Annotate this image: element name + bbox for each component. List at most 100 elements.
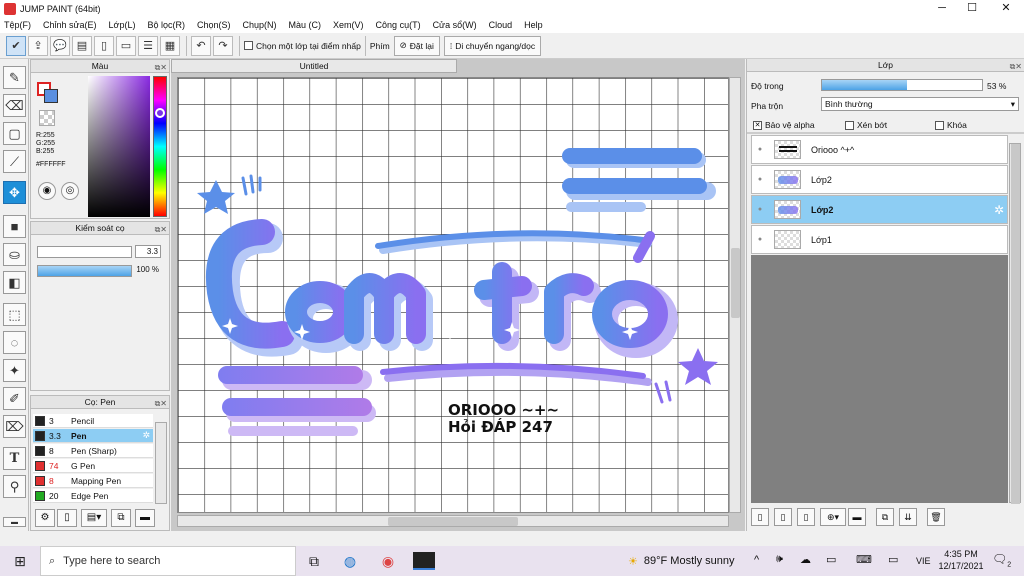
hue-knob[interactable] xyxy=(155,108,165,118)
drawing-canvas[interactable]: ORIOOO ~+~ Hỏi ĐÁP 247 xyxy=(177,77,729,513)
taskbar-search-input[interactable]: ⌕ Type here to search xyxy=(40,546,296,576)
bucket-tool-icon[interactable]: ⛀ xyxy=(3,243,26,266)
pen-tool-icon[interactable]: ✎ xyxy=(3,66,26,89)
panel-menu-icon[interactable]: ⧉✕ xyxy=(155,223,167,236)
panel-menu-icon[interactable]: ⧉✕ xyxy=(155,61,167,74)
maximize-button[interactable]: ☐ xyxy=(956,0,988,17)
transparent-color-swatch[interactable] xyxy=(39,110,55,126)
canvas-vertical-scrollbar[interactable] xyxy=(729,77,741,513)
fill-rect-tool-icon[interactable]: ■ xyxy=(3,215,26,238)
weather-widget[interactable]: ☀ 89°F Mostly sunny xyxy=(628,546,734,576)
brush-item[interactable]: 20 Edge Pen xyxy=(33,489,153,503)
clipping-checkbox[interactable] xyxy=(845,120,854,130)
brush-list-scrollbar[interactable] xyxy=(155,422,167,504)
select-one-layer-option[interactable]: Chọn một lớp tại điểm nhấp xyxy=(244,41,361,51)
magic-wand-tool-icon[interactable]: ✦ xyxy=(3,359,26,382)
chat-icon[interactable]: ▤ xyxy=(72,35,92,56)
merge-layer-icon[interactable]: ⇊ xyxy=(899,508,917,526)
layer-scroll-thumb[interactable] xyxy=(1011,144,1020,504)
new-brush-icon[interactable]: ▯ xyxy=(57,509,77,527)
panel-menu-icon[interactable]: ⧉✕ xyxy=(155,397,167,410)
menu-file[interactable]: Tệp(F) xyxy=(4,20,31,30)
menu-layer[interactable]: Lớp(L) xyxy=(109,20,136,30)
redo-icon[interactable]: ↷ xyxy=(213,35,233,56)
page-icon[interactable]: ▯ xyxy=(94,35,114,56)
gear-icon[interactable]: ✲ xyxy=(142,430,150,441)
move-hv-button[interactable]: ⁞ Di chuyển ngang/dọc xyxy=(443,35,542,56)
layer-visibility-icon[interactable]: ● xyxy=(752,176,768,183)
menu-window[interactable]: Cửa sổ(W) xyxy=(433,20,477,30)
cloud-icon[interactable]: ☁ xyxy=(800,553,811,566)
brush-item[interactable]: 8 Mapping Pen xyxy=(33,474,153,488)
menu-tools[interactable]: Công cụ(T) xyxy=(376,20,421,30)
select-pen-tool-icon[interactable]: ✐ xyxy=(3,387,26,410)
layer-row[interactable]: ● Lớp2 xyxy=(751,165,1008,194)
new-raster-layer-icon[interactable]: ▯ xyxy=(774,508,792,526)
undo-icon[interactable]: ↶ xyxy=(191,35,211,56)
palette-settings-icon[interactable]: ◎ xyxy=(61,182,79,200)
vertical-scroll-thumb[interactable] xyxy=(731,248,740,318)
jump-paint-taskbar-icon[interactable] xyxy=(406,546,442,576)
brush-item[interactable]: 3.3 Pen ✲ xyxy=(33,429,153,443)
menu-color[interactable]: Màu (C) xyxy=(289,20,322,30)
comment-icon[interactable]: 💬 xyxy=(50,35,70,56)
layer-visibility-icon[interactable]: ● xyxy=(752,146,768,153)
rectangle-tool-icon[interactable]: ▢ xyxy=(3,122,26,145)
menu-help[interactable]: Help xyxy=(524,20,543,30)
brush-settings-icon[interactable]: ⚙ xyxy=(35,509,55,527)
close-button[interactable]: ✕ xyxy=(990,0,1022,17)
layer-opacity-slider[interactable] xyxy=(821,79,983,91)
layer-visibility-icon[interactable]: ● xyxy=(752,206,768,213)
minimize-button[interactable]: ─ xyxy=(926,0,958,17)
brush-item[interactable]: 74 G Pen xyxy=(33,459,153,473)
new-layer-icon[interactable]: ▯ xyxy=(751,508,769,526)
menu-edit[interactable]: Chỉnh sửa(E) xyxy=(43,20,97,30)
brush-opacity-slider[interactable] xyxy=(37,265,132,277)
layer-row[interactable]: ● Lớp1 xyxy=(751,225,1008,254)
select-one-layer-checkbox[interactable] xyxy=(244,41,253,50)
brush-size-slider[interactable] xyxy=(37,246,132,258)
windows-start-icon[interactable]: ⊞ xyxy=(0,546,40,576)
clock[interactable]: 4:35 PM 12/17/2021 xyxy=(938,548,984,572)
duplicate-layer-icon[interactable]: ⧉ xyxy=(876,508,894,526)
protect-alpha-option[interactable]: ✕ Bảo vệ alpha xyxy=(753,120,815,130)
grid-icon[interactable]: ▦ xyxy=(160,35,180,56)
layer-row[interactable]: ● Lớp2 ✲ xyxy=(751,195,1008,224)
select-rect-tool-icon[interactable]: ⬚ xyxy=(3,303,26,326)
eraser-tool-icon[interactable]: ⌫ xyxy=(3,94,26,117)
lock-option[interactable]: Khóa xyxy=(935,120,967,130)
layer-visibility-icon[interactable]: ● xyxy=(752,236,768,243)
protect-alpha-checkbox[interactable]: ✕ xyxy=(753,120,762,130)
saturation-value-picker[interactable] xyxy=(88,76,150,217)
gear-icon[interactable]: ✲ xyxy=(994,203,1004,217)
new-8bit-layer-icon[interactable]: ▯ xyxy=(797,508,815,526)
panel-menu-icon[interactable]: ⧉✕ xyxy=(1010,60,1022,73)
clipping-option[interactable]: Xén bớt xyxy=(845,120,887,130)
gradient-tool-icon[interactable]: ◧ xyxy=(3,271,26,294)
layer-list-scrollbar[interactable] xyxy=(1009,143,1021,504)
brush-menu-icon[interactable]: ▤▾ xyxy=(81,509,107,527)
brush-size-value[interactable]: 3.3 xyxy=(135,245,161,258)
check-icon[interactable]: ✔ xyxy=(6,35,26,56)
text-tool-icon[interactable]: T xyxy=(3,447,26,470)
menu-capture[interactable]: Chụp(N) xyxy=(243,20,277,30)
chrome-browser-icon[interactable]: ◉ xyxy=(370,546,406,576)
lock-checkbox[interactable] xyxy=(935,120,944,130)
line-tool-icon[interactable]: ⟋ xyxy=(3,150,26,173)
menu-filter[interactable]: Bộ lọc(R) xyxy=(147,20,185,30)
add-layer-menu-icon[interactable]: ⊕▾ xyxy=(820,508,846,526)
layer-folder-icon[interactable]: ▬ xyxy=(848,508,866,526)
eyedropper-tool-icon[interactable]: ⚲ xyxy=(3,475,26,498)
menu-cloud[interactable]: Cloud xyxy=(489,20,513,30)
palette-icon[interactable]: ◉ xyxy=(38,182,56,200)
reset-button[interactable]: ⊘ Đặt lại xyxy=(393,35,440,56)
horizontal-scroll-thumb[interactable] xyxy=(388,517,518,526)
brush-folder-icon[interactable]: ▬ xyxy=(135,509,155,527)
brush-item[interactable]: 3 Pencil xyxy=(33,414,153,428)
tool-handle-icon[interactable]: ▬ xyxy=(3,517,26,527)
notification-icon[interactable]: 🗨2 xyxy=(992,552,1011,568)
network-icon[interactable]: ▭ xyxy=(826,553,836,566)
select-eraser-tool-icon[interactable]: ⌦ xyxy=(3,415,26,438)
lasso-tool-icon[interactable]: ◌ xyxy=(3,331,26,354)
layer-row[interactable]: ● Oriooo ^+^ xyxy=(751,135,1008,164)
